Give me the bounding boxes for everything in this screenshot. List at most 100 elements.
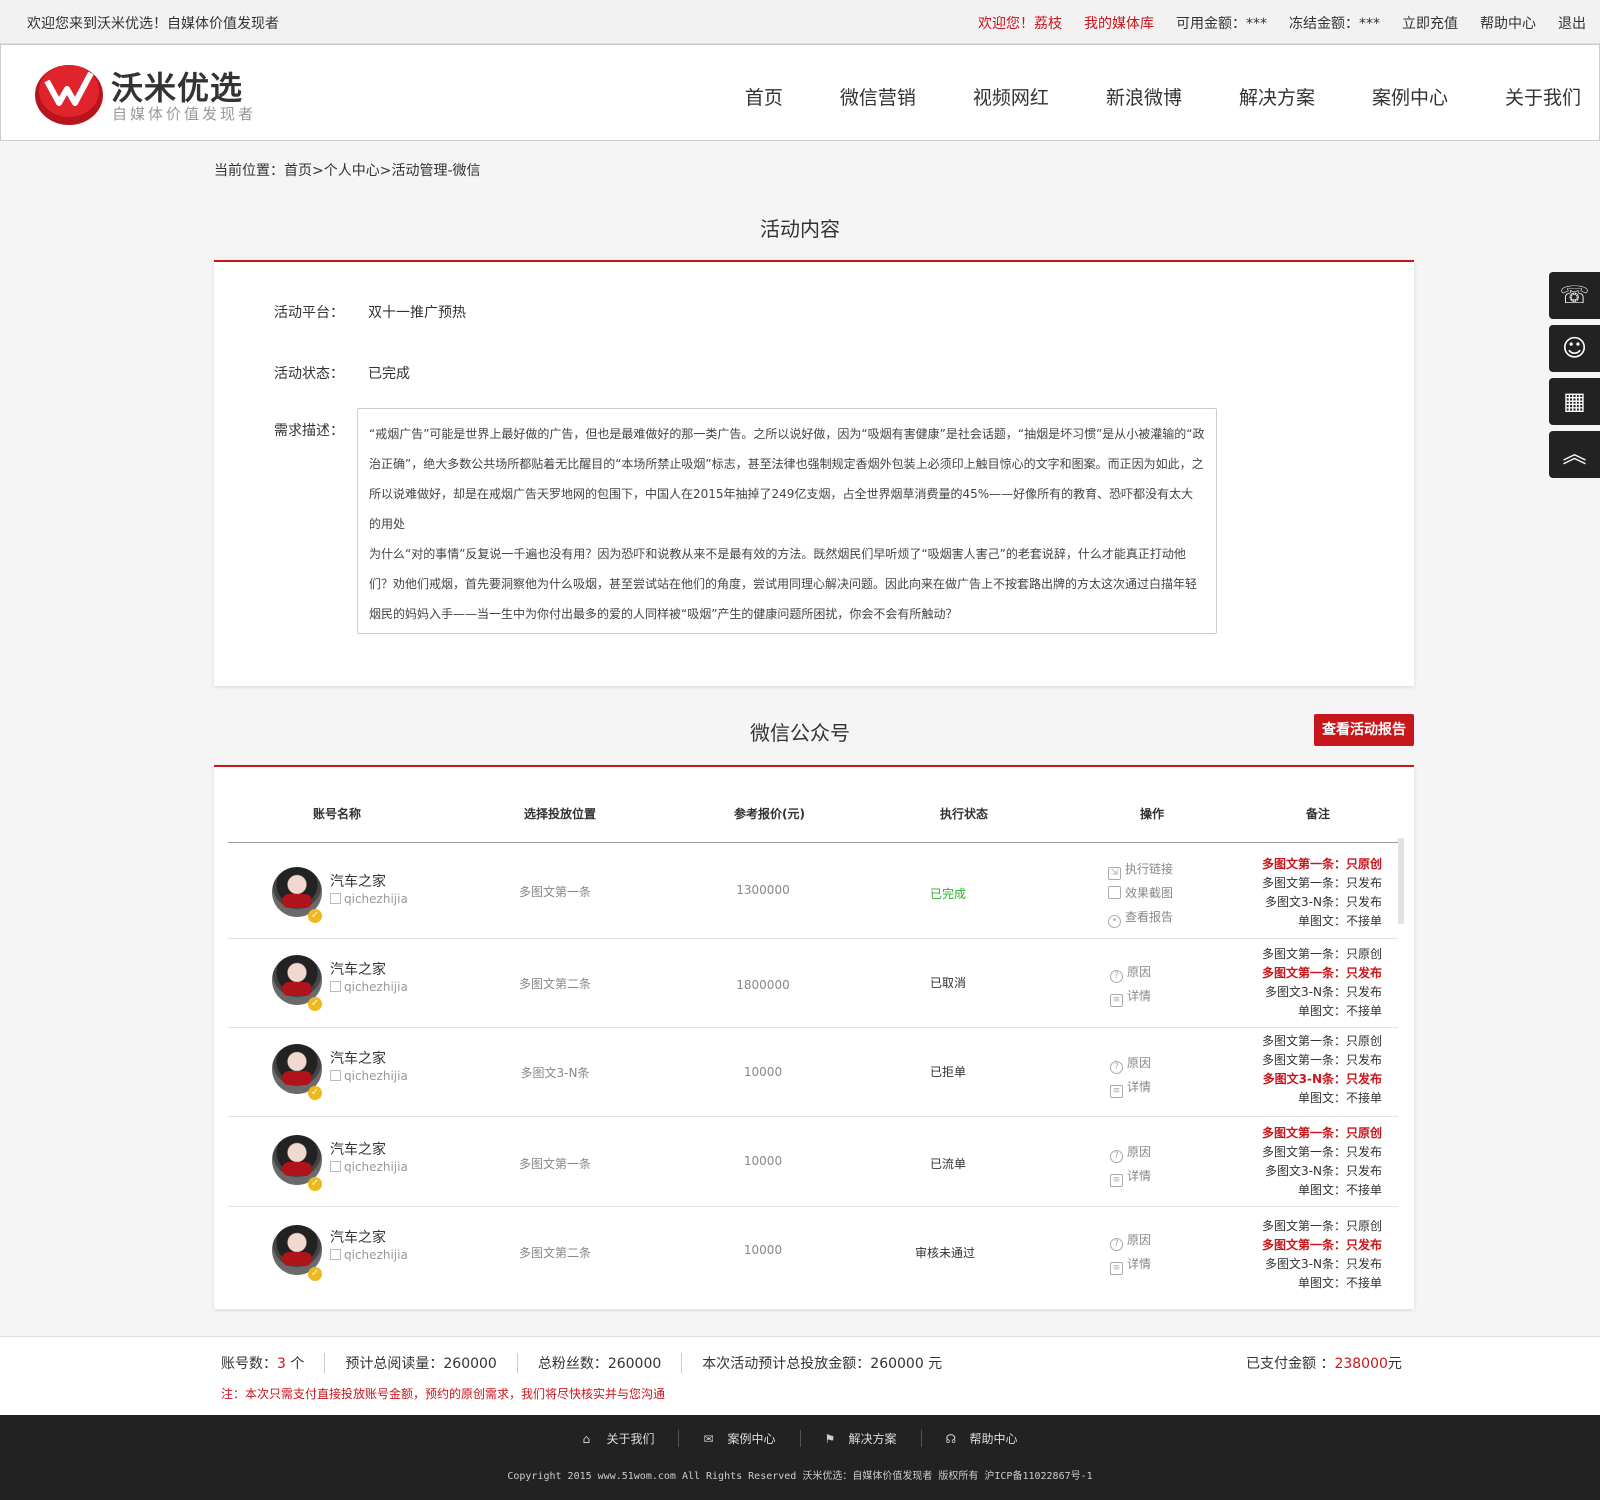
- actions-cell: ? 原因 ≡ 详情: [1110, 963, 1151, 1011]
- exec-link-action[interactable]: ⇲ 执行链接: [1108, 860, 1173, 884]
- table-scrollbar[interactable]: [1398, 838, 1404, 924]
- nav-cases[interactable]: 案例中心: [1372, 83, 1448, 110]
- account-name[interactable]: 汽车之家: [330, 871, 386, 891]
- actions-cell: ? 原因 ≡ 详情: [1110, 1143, 1151, 1191]
- table-row: ✓ 汽车之家 qichezhijia 多图文第一条 10000 已流单 ? 原因 …: [228, 1117, 1398, 1207]
- account-count: 账号数：3 个: [221, 1353, 324, 1373]
- details-action[interactable]: ≡ 详情: [1110, 987, 1151, 1011]
- action-label: 原因: [1127, 1145, 1152, 1159]
- note-line: 单图文：不接单: [1297, 1004, 1382, 1018]
- notes-cell: 多图文第一条：只原创 多图文第一条：只发布 多图文3-N条：只发布 单图文：不接…: [1262, 855, 1382, 931]
- recharge-link[interactable]: 立即充值: [1402, 13, 1458, 33]
- view-report-button[interactable]: 查看活动报告: [1314, 714, 1414, 746]
- question-icon: ?: [1110, 1238, 1123, 1251]
- price-cell: 1800000: [736, 978, 790, 992]
- welcome-text: 欢迎您来到沃米优选！自媒体价值发现者: [27, 16, 279, 32]
- footer-link-label: 解决方案: [848, 1432, 897, 1446]
- account-id: qichezhijia: [330, 892, 408, 906]
- price-cell: 10000: [743, 1243, 783, 1257]
- view-report-action[interactable]: • 查看报告: [1108, 908, 1173, 932]
- account-name[interactable]: 汽车之家: [330, 1139, 386, 1159]
- payment-note: 注：本次只需支付直接投放账号金额，预约的原创需求，我们将尽快核实并与您沟通: [221, 1387, 666, 1401]
- table-row: ✓ 汽车之家 qichezhijia 多图文第二条 1800000 已取消 ? 原…: [228, 939, 1398, 1028]
- help-center-link[interactable]: 帮助中心: [1480, 13, 1536, 33]
- flag-icon: ⚑: [824, 1432, 836, 1446]
- account-name[interactable]: 汽车之家: [330, 1048, 386, 1068]
- position-cell: 多图文第一条: [518, 1157, 591, 1171]
- note-line: 多图文第一条：只发布: [1261, 1145, 1382, 1159]
- image-icon: [1108, 886, 1121, 899]
- position-cell: 多图文第二条: [518, 1246, 591, 1260]
- note-line: 多图文第一条：只原创: [1261, 1126, 1382, 1140]
- notes-cell: 多图文第一条：只原创 多图文第一条：只发布 多图文3-N条：只发布 单图文：不接…: [1262, 945, 1382, 1021]
- col-actions: 操作: [1140, 807, 1165, 821]
- status-cell: 已拒单: [929, 1065, 966, 1079]
- available-balance: 可用金额：***: [1176, 16, 1267, 32]
- qq-icon[interactable]: ☺: [1549, 325, 1600, 372]
- note-line: 单图文：不接单: [1297, 1183, 1382, 1197]
- my-media-library-link[interactable]: 我的媒体库: [1084, 13, 1154, 33]
- action-label: 详情: [1127, 989, 1152, 1003]
- details-action[interactable]: ≡ 详情: [1110, 1255, 1151, 1279]
- mail-icon: ✉: [703, 1432, 714, 1446]
- footer-link-cases[interactable]: ✉ 案例中心: [678, 1430, 799, 1447]
- phone-icon[interactable]: ☏: [1549, 272, 1600, 319]
- nav-about[interactable]: 关于我们: [1505, 83, 1581, 110]
- reason-action[interactable]: ? 原因: [1110, 963, 1151, 987]
- note-line: 多图文3-N条：只发布: [1265, 1257, 1382, 1271]
- description-paragraph: “戒烟广告”可能是世界上最好做的广告，但也是最难做好的那一类广告。之所以说好做，…: [369, 427, 1205, 531]
- action-label: 原因: [1127, 965, 1152, 979]
- summary-line: 账号数：3 个 预计总阅读量：260000 总粉丝数：260000 本次活动预计…: [221, 1353, 962, 1373]
- logo-icon[interactable]: [33, 59, 105, 127]
- note-line: 多图文第一条：只发布: [1261, 876, 1382, 890]
- reason-action[interactable]: ? 原因: [1110, 1054, 1151, 1078]
- footer-link-solutions[interactable]: ⚑ 解决方案: [799, 1430, 921, 1447]
- frozen-balance: 冻结金额：***: [1289, 16, 1380, 32]
- question-icon: ?: [1110, 970, 1123, 983]
- reason-action[interactable]: ? 原因: [1110, 1143, 1151, 1167]
- account-name[interactable]: 汽车之家: [330, 1227, 386, 1247]
- copyright: Copyright 2015 www.51wom.com All Rights …: [507, 1471, 1093, 1482]
- note-line: 多图文3-N条：只发布: [1265, 1164, 1382, 1178]
- platform-label: 活动平台：: [274, 305, 344, 321]
- action-label: 执行链接: [1125, 862, 1174, 876]
- nav-solutions[interactable]: 解决方案: [1239, 83, 1315, 110]
- nav-sina-weibo[interactable]: 新浪微博: [1106, 83, 1182, 110]
- price-cell: 1300000: [736, 883, 790, 897]
- note-line: 多图文第一条：只发布: [1261, 966, 1382, 980]
- account-id-text: qichezhijia: [344, 980, 408, 994]
- top-bar-links: 欢迎您！荔枝 我的媒体库 可用金额：*** 冻结金额：*** 立即充值 帮助中心…: [978, 13, 1586, 33]
- footer-link-about[interactable]: ⌂ 关于我们: [558, 1430, 678, 1447]
- status-cell: 已流单: [929, 1157, 966, 1171]
- notes-cell: 多图文第一条：只原创 多图文第一条：只发布 多图文3-N条：只发布 单图文：不接…: [1262, 1032, 1382, 1108]
- details-action[interactable]: ≡ 详情: [1110, 1078, 1151, 1102]
- nav-video-influencer[interactable]: 视频网红: [973, 83, 1049, 110]
- status-label: 活动状态：: [274, 366, 344, 382]
- description-paragraph: 为什么“对的事情”反复说一千遍也没有用？因为恐吓和说教从来不是最有效的方法。既然…: [369, 547, 1198, 621]
- reason-action[interactable]: ? 原因: [1110, 1231, 1151, 1255]
- account-name[interactable]: 汽车之家: [330, 959, 386, 979]
- activity-section-title: 活动内容: [760, 217, 840, 241]
- account-id-text: qichezhijia: [344, 1248, 408, 1262]
- verified-icon: ✓: [308, 1267, 322, 1281]
- note-line: 单图文：不接单: [1297, 1276, 1382, 1290]
- nav-home[interactable]: 首页: [745, 83, 783, 110]
- nav-wechat-marketing[interactable]: 微信营销: [840, 83, 916, 110]
- qrcode-icon[interactable]: ▦: [1549, 378, 1600, 425]
- action-label: 详情: [1127, 1169, 1152, 1183]
- breadcrumb: 当前位置：首页>个人中心>活动管理-微信: [214, 163, 481, 179]
- eye-icon: •: [1108, 915, 1121, 928]
- paid-unit: 元: [1387, 1356, 1402, 1372]
- back-to-top-icon[interactable]: ︽: [1549, 431, 1600, 478]
- footer-links: ⌂ 关于我们 ✉ 案例中心 ⚑ 解决方案 ☊ 帮助中心: [0, 1430, 1600, 1447]
- footer-link-help[interactable]: ☊ 帮助中心: [920, 1430, 1042, 1447]
- logo-subtitle: 自媒体价值发现者: [112, 105, 257, 123]
- actions-cell: ? 原因 ≡ 详情: [1110, 1231, 1151, 1279]
- details-action[interactable]: ≡ 详情: [1110, 1167, 1151, 1191]
- action-label: 详情: [1127, 1257, 1152, 1271]
- screenshot-action[interactable]: 效果截图: [1108, 884, 1173, 908]
- link-icon: ⇲: [1108, 867, 1121, 880]
- user-greeting[interactable]: 欢迎您！荔枝: [978, 13, 1062, 33]
- logout-link[interactable]: 退出: [1558, 13, 1586, 33]
- note-line: 多图文第一条：只发布: [1261, 1053, 1382, 1067]
